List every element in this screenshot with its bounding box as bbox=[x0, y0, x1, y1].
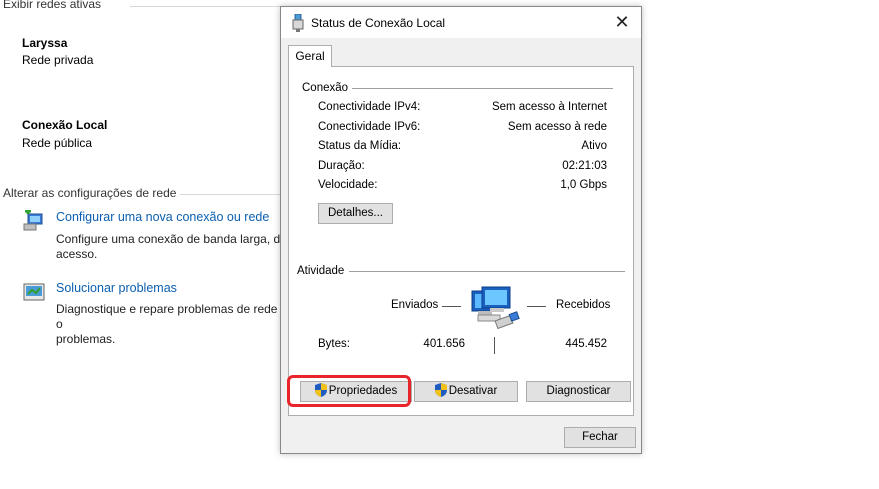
setup-connection-link[interactable]: Configurar uma nova conexão ou rede bbox=[56, 210, 269, 224]
troubleshoot-link[interactable]: Solucionar problemas bbox=[56, 281, 177, 295]
tab-panel-general: Conexão Conectividade IPv4: Sem acesso à… bbox=[288, 66, 634, 416]
connection-group-label: Conexão bbox=[302, 82, 353, 94]
bytes-label: Bytes: bbox=[318, 338, 350, 350]
network-adapter-icon bbox=[292, 14, 304, 32]
sent-line bbox=[442, 306, 461, 307]
ipv6-value: Sem acesso à rede bbox=[507, 121, 607, 133]
speed-label: Velocidade: bbox=[318, 179, 378, 191]
dialog-titlebar[interactable]: Status de Conexão Local ✕ bbox=[281, 7, 641, 38]
network-name-laryssa: Laryssa bbox=[22, 36, 68, 50]
activity-group-label: Atividade bbox=[297, 265, 349, 277]
diagnose-button[interactable]: Diagnosticar bbox=[526, 381, 631, 402]
network-type-laryssa: Rede privada bbox=[22, 53, 94, 67]
bytes-sent-value: 401.656 bbox=[423, 338, 465, 350]
received-label: Recebidos bbox=[556, 299, 611, 311]
ipv6-label: Conectividade IPv6: bbox=[318, 121, 421, 133]
dialog-title: Status de Conexão Local bbox=[311, 16, 446, 30]
new-connection-icon bbox=[23, 210, 43, 231]
computers-network-icon bbox=[471, 286, 520, 330]
ipv4-label: Conectividade IPv4: bbox=[318, 101, 421, 113]
details-button[interactable]: Detalhes... bbox=[318, 203, 393, 224]
uac-shield-icon bbox=[434, 383, 447, 397]
speed-value: 1,0 Gbps bbox=[560, 179, 607, 191]
group-divider bbox=[349, 271, 625, 272]
network-name-local: Conexão Local bbox=[22, 118, 108, 132]
bytes-received-value: 445.452 bbox=[565, 338, 607, 350]
divider bbox=[130, 6, 280, 7]
bytes-divider bbox=[494, 337, 495, 354]
duration-label: Duração: bbox=[318, 160, 365, 172]
media-status-label: Status da Mídia: bbox=[318, 140, 402, 152]
network-type-local: Rede pública bbox=[22, 136, 93, 150]
sent-label: Enviados bbox=[391, 299, 439, 311]
highlight-annotation bbox=[287, 375, 411, 407]
troubleshoot-desc: Diagnostique e repare problemas de rede … bbox=[56, 302, 278, 346]
close-icon[interactable]: ✕ bbox=[611, 11, 633, 33]
active-networks-title: Exibir redes ativas bbox=[3, 0, 102, 11]
close-button[interactable]: Fechar bbox=[564, 427, 636, 448]
troubleshoot-icon bbox=[23, 283, 45, 301]
media-status-value: Ativo bbox=[581, 140, 607, 152]
tab-general[interactable]: Geral bbox=[288, 45, 332, 67]
group-divider bbox=[347, 88, 613, 89]
duration-value: 02:21:03 bbox=[562, 160, 607, 172]
divider bbox=[180, 194, 280, 195]
received-line bbox=[527, 306, 546, 307]
ipv4-value: Sem acesso à Internet bbox=[491, 101, 607, 113]
change-settings-title: Alterar as configurações de rede bbox=[3, 186, 177, 200]
disable-button[interactable]: Desativar bbox=[414, 381, 518, 402]
setup-connection-desc: Configure uma conexão de banda larga, di… bbox=[56, 232, 283, 261]
